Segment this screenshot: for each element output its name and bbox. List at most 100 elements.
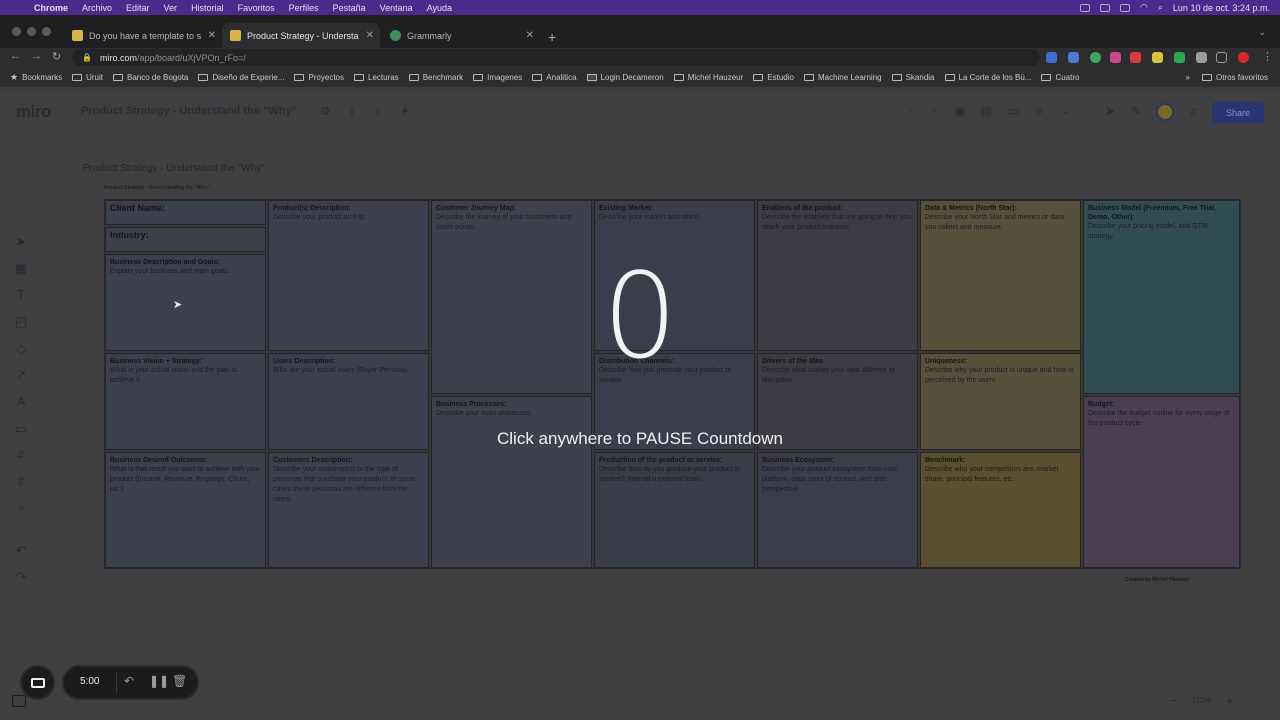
bookmark-item[interactable]: Lecturas xyxy=(354,73,399,82)
cell-business-ecosystem[interactable]: Business Ecosystem: Describe your product… xyxy=(757,452,918,568)
cell-enablers[interactable]: Enablers of the product: Describe the ena… xyxy=(757,200,918,351)
bookmark-item[interactable]: Banco de Bogota xyxy=(112,73,188,82)
status-icon[interactable] xyxy=(1080,3,1091,12)
board-title[interactable]: Product Strategy - Understand the "Why" xyxy=(81,105,297,117)
menu-ayuda[interactable]: Ayuda xyxy=(427,3,452,13)
search-icon[interactable]: ⌕ xyxy=(1158,2,1163,13)
bookmark-item[interactable]: Login Decameron xyxy=(586,73,664,82)
cell-business-model[interactable]: Business Model (Freemium, Free Trial, De… xyxy=(1083,200,1240,394)
cursor-icon[interactable]: ➤ xyxy=(1103,104,1117,118)
menu-historial[interactable]: Historial xyxy=(191,3,224,13)
cell-customers-description[interactable]: Customers Description: Describe your cust… xyxy=(268,452,429,568)
voting-icon[interactable]: ▤ xyxy=(979,104,993,118)
bookmark-item[interactable]: Michel Hauzeur xyxy=(673,73,743,82)
cell-uniqueness[interactable]: Uniqueness: Describe why your product is … xyxy=(920,353,1081,450)
notes-icon[interactable]: ≡ xyxy=(1032,104,1046,118)
bookmark-item[interactable]: Benchmark xyxy=(408,73,463,82)
avatar[interactable] xyxy=(1156,103,1174,121)
timer-icon[interactable]: ◔ xyxy=(926,104,940,118)
pause-icon[interactable]: ❚❚ xyxy=(149,674,169,688)
tab-grammarly[interactable]: Grammarly ✕ xyxy=(382,23,540,48)
cell-desired-outcomes[interactable]: Business Desired Outcomes: What is that r… xyxy=(105,452,266,568)
other-bookmarks[interactable]: Otros favoritos xyxy=(1201,73,1268,82)
extension-icon[interactable] xyxy=(1152,52,1163,63)
bell-icon[interactable]: ♫ xyxy=(1186,104,1200,118)
status-icon[interactable] xyxy=(1100,3,1111,12)
pen-icon[interactable]: A xyxy=(12,393,30,411)
new-tab-icon[interactable]: + xyxy=(548,29,556,45)
sidebar-icon[interactable] xyxy=(1216,52,1227,63)
menu-archivo[interactable]: Archivo xyxy=(82,3,112,13)
cell-benchmark[interactable]: Benchmark: Describe who your competitors … xyxy=(920,452,1081,568)
more-chevron-icon[interactable]: ⌄ xyxy=(1059,104,1073,118)
presentation-icon[interactable]: ▭ xyxy=(1006,104,1020,118)
menu-app-name[interactable]: Chrome xyxy=(34,3,68,13)
cell-production[interactable]: Production of the product or service: Des… xyxy=(594,452,755,568)
battery-icon[interactable] xyxy=(1120,3,1131,12)
bookmark-item[interactable]: Proyectos xyxy=(294,73,344,82)
bookmark-item[interactable]: Skandia xyxy=(891,73,935,82)
cell-product-description[interactable]: Product(s) Description: Describe your pro… xyxy=(268,200,429,351)
extension-icon[interactable] xyxy=(1110,52,1121,63)
bookmark-item[interactable]: Estudio xyxy=(753,73,794,82)
maximize-window-icon[interactable] xyxy=(42,27,51,36)
puzzle-icon[interactable] xyxy=(1196,52,1207,63)
share-button[interactable]: Share xyxy=(1212,102,1264,123)
menu-ver[interactable]: Ver xyxy=(164,3,178,13)
cell-business-vision[interactable]: Business Vision + Strategy: What is your … xyxy=(105,353,266,450)
search-icon[interactable]: ⌕ xyxy=(371,104,385,118)
close-tab-icon[interactable]: ✕ xyxy=(366,30,374,41)
card-icon[interactable]: ▣ xyxy=(953,104,967,118)
pause-countdown-message[interactable]: Click anywhere to PAUSE Countdown xyxy=(440,429,840,449)
redo-icon[interactable]: ↷ xyxy=(12,568,30,586)
countdown-number[interactable]: 0 xyxy=(540,257,740,375)
tab-search-chevron-icon[interactable]: ⌄ xyxy=(1258,27,1266,38)
zoom-out-icon[interactable]: − xyxy=(1170,693,1178,708)
more-tools-icon[interactable]: » xyxy=(12,499,30,517)
select-icon[interactable]: ➤ xyxy=(12,233,30,251)
tab-template-question[interactable]: Do you have a template to sha ✕ xyxy=(64,23,222,48)
reload-icon[interactable]: ↻ xyxy=(52,50,61,63)
extension-icon[interactable] xyxy=(1174,52,1185,63)
zoom-level[interactable]: 112% xyxy=(1192,696,1212,705)
apps-icon[interactable]: ✦ xyxy=(398,104,412,118)
forward-icon[interactable]: → xyxy=(31,50,42,62)
adblock-icon[interactable] xyxy=(1130,52,1141,63)
cell-industry[interactable]: Industry: xyxy=(105,227,266,252)
bookmark-item[interactable]: Analitica xyxy=(532,73,577,82)
frame-title[interactable]: Product Strategy - Understand the "Why" xyxy=(83,163,265,174)
extension-icon[interactable] xyxy=(1068,52,1079,63)
menu-perfiles[interactable]: Perfiles xyxy=(289,3,319,13)
bookmark-item[interactable]: Diseño de Experie... xyxy=(198,73,284,82)
cell-users-description[interactable]: Users Description: Who are your actual us… xyxy=(268,353,429,450)
cell-business-goals[interactable]: Business Description and Goals: Explain y… xyxy=(105,254,266,351)
menu-ventana[interactable]: Ventana xyxy=(380,3,413,13)
menu-editar[interactable]: Editar xyxy=(126,3,150,13)
upload-icon[interactable]: ⇧ xyxy=(12,473,30,491)
profile-avatar[interactable] xyxy=(1238,52,1249,63)
tab-product-strategy[interactable]: Product Strategy - Understand ✕ xyxy=(222,23,380,48)
close-tab-icon[interactable]: ✕ xyxy=(526,30,534,41)
browser-menu-icon[interactable]: ⋮ xyxy=(1262,50,1273,63)
comment-icon[interactable]: ▭ xyxy=(12,420,30,438)
timer-value[interactable]: 5:00 xyxy=(80,676,99,687)
address-bar[interactable]: 🔒 miro.com/app/board/uXjVPOn_rFo=/ xyxy=(72,49,1040,66)
settings-icon[interactable]: ⚙ xyxy=(318,104,332,118)
undo-icon[interactable]: ↶ xyxy=(12,542,30,560)
connector-icon[interactable]: ↗ xyxy=(12,366,30,384)
trash-icon[interactable]: 🗑 xyxy=(172,674,187,688)
bookmark-item[interactable]: La Corte de los Bü... xyxy=(944,73,1031,82)
bookmark-item[interactable]: Uruit xyxy=(72,73,103,82)
panel-toggle-icon[interactable] xyxy=(12,695,26,707)
templates-icon[interactable]: ▦ xyxy=(12,260,30,278)
shapes-icon[interactable]: ◇ xyxy=(12,340,30,358)
close-window-icon[interactable] xyxy=(12,27,21,36)
cell-client-name[interactable]: Client Name: xyxy=(105,200,266,225)
cell-business-processes[interactable]: Business Processes: Describe your main pr… xyxy=(431,396,592,568)
video-call-button[interactable] xyxy=(20,665,55,700)
close-tab-icon[interactable]: ✕ xyxy=(208,30,216,41)
sticky-note-icon[interactable]: ◰ xyxy=(12,313,30,331)
cell-data-metrics[interactable]: Data & Metrics (North Star): Describe you… xyxy=(920,200,1081,351)
export-icon[interactable]: ⇪ xyxy=(345,104,359,118)
collapse-chevron-icon[interactable]: › xyxy=(904,104,918,118)
